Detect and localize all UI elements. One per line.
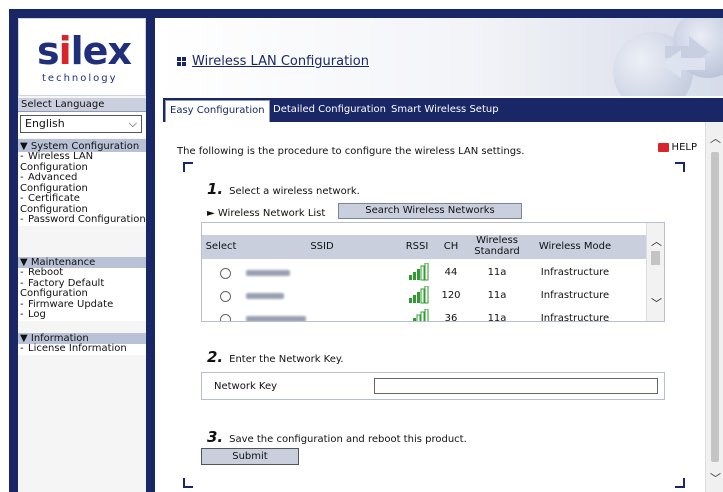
sidebar-item-advanced[interactable]: - Advanced Configuration — [18, 172, 146, 194]
grid-icon — [177, 57, 186, 66]
frame-corner — [675, 162, 685, 172]
page-title-text: Wireless LAN Configuration — [192, 54, 369, 69]
help-link[interactable]: HELP — [657, 142, 697, 153]
language-label: Select Language — [18, 98, 146, 112]
signal-strength-icon — [409, 286, 429, 304]
frame-corner — [183, 478, 193, 488]
table-scrollbar[interactable]: ︿ ﹀ — [646, 223, 664, 321]
sidebar-item-wireless-lan[interactable]: - Wireless LAN Configuration — [18, 151, 146, 173]
sidebar-item-log[interactable]: - Log — [18, 309, 146, 321]
page-scroll-thumb[interactable] — [711, 152, 719, 462]
col-rssi: RSSI — [405, 241, 429, 252]
table-row[interactable]: 44 11a Infrastructure — [202, 263, 648, 285]
menu-information: ▼ Information - License Information — [18, 333, 146, 355]
network-list-label: ► Wireless Network List — [207, 208, 326, 219]
step-2: 2. Enter the Network Key. — [207, 348, 344, 366]
main-panel: Wireless LAN Configuration Easy Configur… — [155, 18, 723, 492]
sidebar: silex technology Select Language English… — [18, 18, 146, 492]
sidebar-item-password[interactable]: - Password Configuration — [18, 214, 146, 226]
chevron-down-icon[interactable]: ﹀ — [710, 470, 721, 486]
network-radio[interactable] — [220, 268, 231, 279]
frame-corner — [675, 478, 685, 488]
chevron-up-icon[interactable]: ︿ — [710, 130, 721, 146]
menu-system-configuration: ▼ System Configuration - Wireless LAN Con… — [18, 139, 146, 226]
logo: silex technology — [18, 18, 146, 96]
menu-maintenance: ▼ Maintenance - Reboot - Factory Default C… — [18, 257, 146, 321]
page-title: Wireless LAN Configuration — [177, 54, 369, 69]
scroll-thumb[interactable] — [651, 251, 660, 265]
help-icon — [657, 143, 669, 152]
network-radio[interactable] — [220, 314, 231, 321]
step-1: 1. Select a wireless network. — [207, 180, 360, 198]
frame-corner — [183, 162, 193, 172]
col-ssid: SSID — [310, 241, 334, 252]
ssid-redacted — [246, 293, 284, 299]
chevron-down-icon: ⌵ — [128, 117, 137, 130]
tab-smart-wireless-setup[interactable]: Smart Wireless Setup — [387, 100, 503, 122]
network-key-input[interactable] — [374, 378, 658, 394]
language-select[interactable]: English ⌵ — [20, 115, 142, 133]
col-ch: CH — [443, 241, 459, 252]
chevron-up-icon[interactable]: ︿ — [651, 233, 662, 249]
arrows-icon — [661, 36, 709, 78]
language-selected-value: English — [25, 117, 65, 130]
page-scrollbar[interactable]: ︿ ﹀ — [705, 122, 723, 492]
language-selector-area: Select Language English ⌵ — [18, 98, 146, 138]
search-networks-button[interactable]: Search Wireless Networks — [338, 203, 522, 219]
logo-wordmark: silex — [37, 29, 132, 73]
table-row[interactable]: 36 11a Infrastructure — [202, 309, 648, 321]
network-table: Select SSID RSSI CH Wireless Standard Wi… — [201, 222, 665, 322]
col-standard: Wireless Standard — [474, 235, 520, 257]
sidebar-item-license[interactable]: - License Information — [18, 343, 146, 355]
ssid-redacted — [246, 316, 306, 321]
tab-detailed-configuration[interactable]: Detailed Configuration — [269, 100, 390, 122]
step-3: 3. Save the configuration and reboot thi… — [207, 428, 467, 446]
network-radio[interactable] — [220, 291, 231, 302]
table-row[interactable]: 120 11a Infrastructure — [202, 286, 648, 308]
tab-bar: Easy Configuration Detailed Configuratio… — [163, 98, 723, 122]
col-select: Select — [205, 241, 237, 252]
network-key-row: Network Key — [201, 372, 665, 400]
logo-tagline: technology — [42, 73, 118, 84]
network-key-label: Network Key — [214, 381, 278, 392]
signal-strength-icon — [413, 309, 429, 321]
chevron-down-icon[interactable]: ﹀ — [651, 295, 662, 311]
table-header: Select SSID RSSI CH Wireless Standard Wi… — [202, 235, 648, 259]
col-mode: Wireless Mode — [538, 241, 612, 252]
tab-easy-configuration[interactable]: Easy Configuration — [165, 100, 270, 122]
submit-button[interactable]: Submit — [201, 448, 299, 465]
header-banner: Wireless LAN Configuration — [155, 18, 723, 96]
sidebar-item-certificate[interactable]: - Certificate Configuration — [18, 193, 146, 215]
content-area: The following is the procedure to config… — [163, 122, 705, 492]
signal-strength-icon — [409, 263, 429, 281]
sidebar-item-factory-default[interactable]: - Factory Default Configuration — [18, 278, 146, 300]
intro-text: The following is the procedure to config… — [177, 146, 525, 157]
ssid-redacted — [246, 270, 290, 276]
